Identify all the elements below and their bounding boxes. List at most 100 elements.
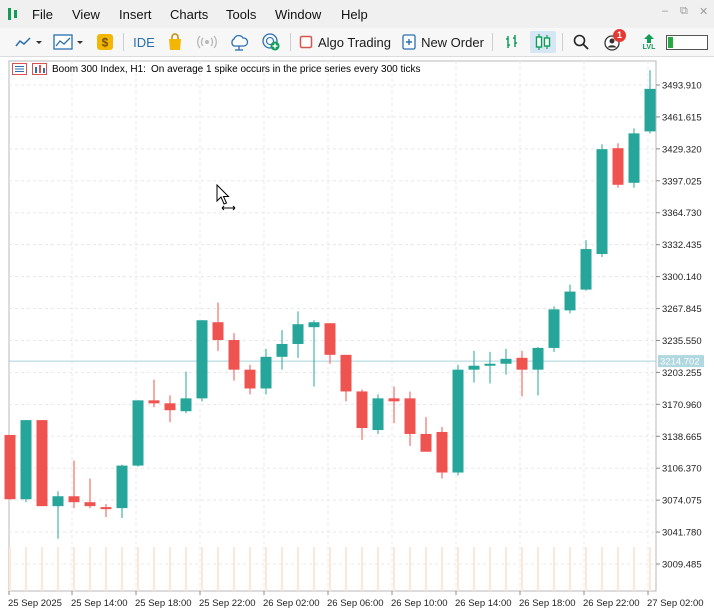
candle-body <box>36 420 48 507</box>
candle-body <box>468 365 480 370</box>
close-icon[interactable]: ✕ <box>699 5 708 18</box>
candle-body <box>292 324 304 344</box>
candle-body <box>628 133 640 183</box>
y-tick-label: 3138.665 <box>662 432 702 443</box>
balance-fill <box>668 36 673 48</box>
candle-body <box>84 502 96 507</box>
notification-count-badge: 1 <box>613 29 626 42</box>
candle-body <box>500 358 512 364</box>
y-tick-label: 3493.910 <box>662 81 702 92</box>
algo-trading-button[interactable]: Algo Trading <box>298 31 392 53</box>
candle-body <box>532 347 544 370</box>
candle-body <box>516 357 528 370</box>
candlesticks-icon <box>535 34 551 50</box>
candle-body <box>420 433 432 452</box>
x-tick-label: 26 Sep 18:00 <box>519 598 576 609</box>
app-logo-icon <box>8 8 17 20</box>
candle-body <box>612 148 624 185</box>
y-tick-label: 3235.550 <box>662 336 702 347</box>
candle-body <box>388 398 400 402</box>
x-tick-label: 27 Sep 02:00 <box>647 598 704 609</box>
candle-body <box>180 398 192 412</box>
candle-body <box>20 420 32 500</box>
candle-body <box>452 369 464 473</box>
x-tick-label: 25 Sep 18:00 <box>135 598 192 609</box>
market-button[interactable] <box>164 31 186 53</box>
x-tick-label: 26 Sep 22:00 <box>583 598 640 609</box>
menu-charts[interactable]: Charts <box>170 7 208 22</box>
candle-body <box>356 391 368 429</box>
menu-help[interactable]: Help <box>341 7 368 22</box>
candle-body <box>324 323 336 355</box>
candle-body <box>68 496 80 503</box>
y-tick-label: 3041.780 <box>662 528 702 539</box>
candle-body <box>132 400 144 466</box>
menu-insert[interactable]: Insert <box>119 7 152 22</box>
y-tick-label: 3332.435 <box>662 240 702 251</box>
restore-icon[interactable]: ⧉ <box>680 5 688 18</box>
new-order-button[interactable]: New Order <box>400 31 486 53</box>
candle-body <box>436 431 448 473</box>
y-tick-label: 3170.960 <box>662 400 702 411</box>
menu-file[interactable]: File <box>32 7 53 22</box>
candle-body <box>644 88 656 132</box>
candle-body <box>596 149 608 254</box>
candle-body <box>580 249 592 290</box>
candle-body <box>212 322 224 341</box>
menu-tools[interactable]: Tools <box>226 7 256 22</box>
chart-title-row: Boom 300 Index, H1: On average 1 spike o… <box>12 63 421 75</box>
bar-chart-button[interactable] <box>500 31 524 53</box>
vps-button[interactable] <box>228 31 250 53</box>
cloud-icon <box>231 34 249 51</box>
y-tick-label: 3397.025 <box>662 176 702 187</box>
candle-body <box>564 291 576 311</box>
deposit-button[interactable]: $ <box>94 31 116 53</box>
candle-body <box>404 398 416 434</box>
price-chart[interactable]: 3493.910 3461.615 3429.320 3397.025 3364.730… <box>0 57 714 614</box>
y-tick-label: 3009.485 <box>662 560 702 571</box>
line-chart-icon <box>15 37 42 47</box>
minimize-icon[interactable]: – <box>662 5 668 17</box>
chart-description: On average 1 spike occurs in the price s… <box>150 63 421 75</box>
search-button[interactable] <box>570 31 592 53</box>
toolbar-separator <box>492 33 493 51</box>
ide-label: IDE <box>133 34 155 50</box>
x-tick-label: 26 Sep 14:00 <box>455 598 512 609</box>
toolbar-separator <box>123 33 124 51</box>
y-tick-label: 3106.370 <box>662 464 702 475</box>
notifications-button[interactable]: 1 <box>600 29 628 53</box>
x-tick-label: 26 Sep 02:00 <box>263 598 320 609</box>
candle-body <box>148 400 160 404</box>
toolbar-separator <box>290 33 291 51</box>
toolbar-separator <box>562 33 563 51</box>
x-tick-label: 25 Sep 22:00 <box>199 598 256 609</box>
y-tick-label: 3203.255 <box>662 368 702 379</box>
dollar-coin-icon: $ <box>97 34 113 50</box>
candle-body <box>100 507 112 510</box>
ide-button[interactable]: IDE <box>130 31 158 53</box>
candle-body <box>260 356 272 389</box>
x-tick-label: 25 Sep 14:00 <box>71 598 128 609</box>
x-tick-label: 26 Sep 06:00 <box>327 598 384 609</box>
community-button[interactable] <box>260 31 282 53</box>
chart-type-dropdown[interactable] <box>10 31 46 53</box>
chart-template-icon <box>53 34 83 50</box>
candle-body <box>308 322 320 328</box>
level-label: LVL <box>642 43 656 51</box>
candlestick-chart-button[interactable] <box>530 31 556 53</box>
shopping-bag-icon <box>169 33 181 50</box>
menu-view[interactable]: View <box>72 7 100 22</box>
candle-body <box>52 496 64 507</box>
candle-body <box>548 309 560 348</box>
signals-button[interactable] <box>196 31 218 53</box>
level-button[interactable]: LVL <box>638 31 660 53</box>
templates-dropdown[interactable] <box>52 31 88 53</box>
y-tick-label: 3429.320 <box>662 144 702 155</box>
menu-window[interactable]: Window <box>275 7 321 22</box>
y-tick-label: 3364.730 <box>662 208 702 219</box>
chart-window[interactable]: 3493.910 3461.615 3429.320 3397.025 3364.730… <box>0 57 714 614</box>
candle-body <box>116 465 128 509</box>
candle-body <box>244 369 256 389</box>
balance-indicator <box>664 31 710 53</box>
algo-trading-label: Algo Trading <box>318 34 391 50</box>
